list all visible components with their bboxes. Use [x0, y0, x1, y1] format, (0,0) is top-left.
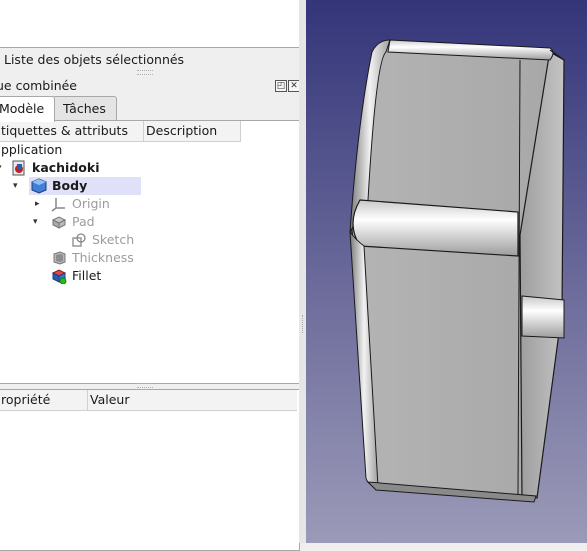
property-view[interactable]: ropriété Valeur: [0, 389, 300, 551]
combo-view-title: ue combinée: [0, 78, 77, 93]
collapse-arrow-icon[interactable]: ▾: [33, 213, 38, 231]
tab-model[interactable]: Modèle: [0, 96, 56, 122]
thickness-icon: [53, 251, 66, 265]
body-icon: [31, 178, 47, 194]
dock-float-icon[interactable]: ◰: [275, 80, 287, 92]
tree-column-description-text: Description: [146, 123, 218, 138]
property-column-name[interactable]: ropriété: [0, 390, 88, 411]
selection-list-title: Liste des objets sélectionnés: [4, 52, 185, 67]
tab-tasks[interactable]: Tâches: [52, 96, 117, 121]
tree-item-kachidoki[interactable]: ▾ kachidoki: [0, 159, 239, 177]
origin-axes-icon: [51, 198, 65, 212]
tree-item-thickness[interactable]: Thickness: [0, 249, 239, 267]
tree-column-description[interactable]: Description: [144, 121, 241, 142]
collapse-arrow-icon[interactable]: ▾: [13, 177, 18, 195]
tree-item-label: kachidoki: [32, 160, 100, 175]
tree-item-origin[interactable]: ▸ Origin: [0, 195, 239, 213]
3d-model-render: [349, 39, 565, 503]
document-icon: [12, 160, 25, 176]
property-column-value-text: Valeur: [90, 392, 130, 407]
fillet-icon: [51, 269, 67, 284]
tree-item-sketch[interactable]: Sketch: [0, 231, 239, 249]
sketch-icon: [72, 233, 86, 247]
tree-column-labels-text: tiquettes & attributs: [1, 123, 128, 138]
panel-splitter-grip[interactable]: [137, 383, 153, 388]
tree-item-fillet[interactable]: Fillet: [0, 267, 239, 285]
splitter-grip: [302, 315, 304, 333]
tree-column-labels[interactable]: tiquettes & attributs: [0, 121, 144, 142]
property-column-value[interactable]: Valeur: [88, 390, 297, 411]
tree-item-label: Fillet: [72, 268, 102, 283]
pad-icon: [51, 216, 67, 229]
tree-item-label: Sketch: [92, 232, 135, 247]
selection-list[interactable]: [0, 0, 300, 48]
tree-item-label: Body: [52, 178, 88, 193]
tree-root-application[interactable]: pplication: [1, 141, 62, 159]
tree-item-label: Thickness: [72, 250, 134, 265]
tree-item-label: Origin: [72, 196, 110, 211]
expand-arrow-icon[interactable]: ▸: [35, 195, 40, 213]
3d-viewport[interactable]: [306, 0, 587, 543]
tree-item-body[interactable]: ▾ Body: [0, 177, 239, 195]
main-splitter[interactable]: [299, 0, 306, 543]
property-column-name-text: ropriété: [1, 392, 51, 407]
tree-item-pad[interactable]: ▾ Pad: [0, 213, 239, 231]
dock-resize-grip[interactable]: [137, 70, 153, 75]
collapse-arrow-icon[interactable]: ▾: [0, 159, 2, 177]
tree-item-label: Pad: [72, 214, 95, 229]
model-tree[interactable]: tiquettes & attributs Description pplica…: [0, 120, 300, 384]
